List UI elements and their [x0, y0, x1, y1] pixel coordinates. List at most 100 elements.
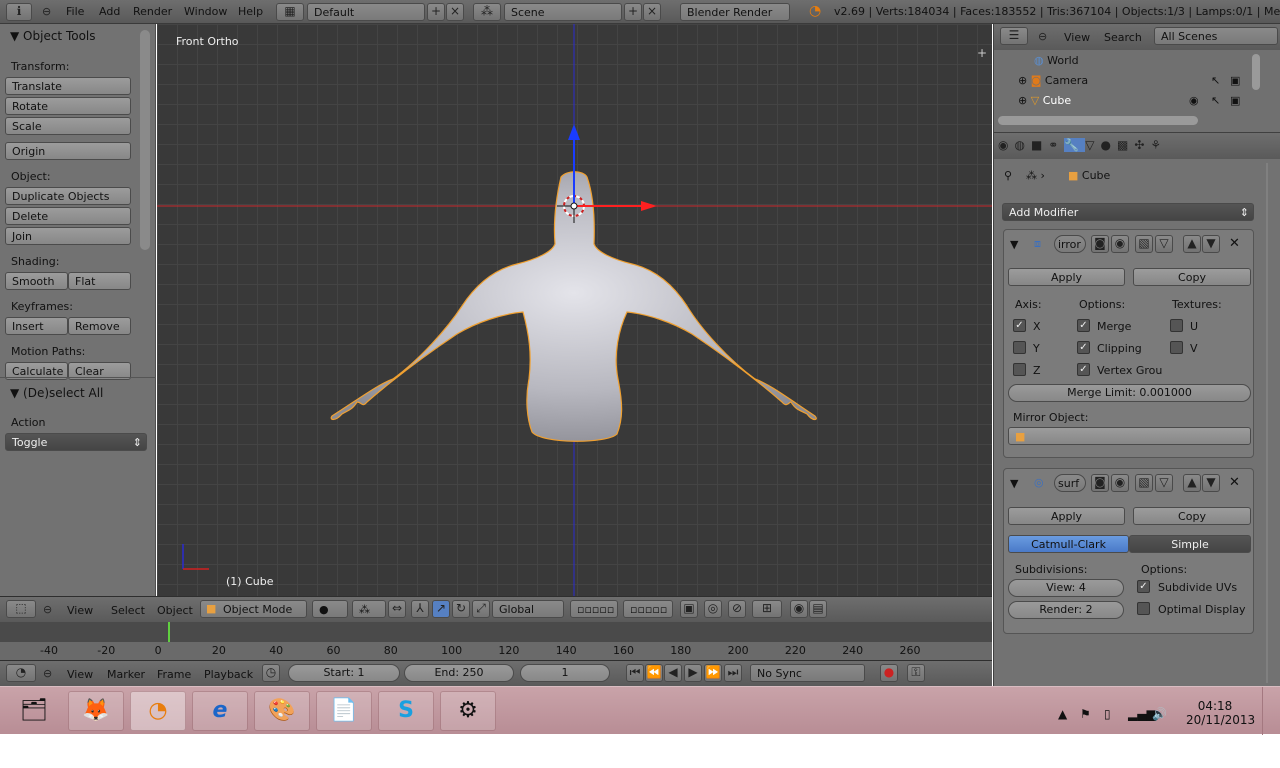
simple-button[interactable]: Simple [1129, 535, 1251, 553]
menu-add[interactable]: Add [99, 5, 120, 18]
volume-icon[interactable]: 🔊 [1152, 707, 1167, 721]
selectable-cursor-icon[interactable]: ↖ [1211, 74, 1220, 87]
current-frame-field[interactable]: 1 [520, 664, 610, 682]
subsurf-copy-button[interactable]: Copy [1133, 507, 1251, 525]
steam-icon[interactable]: ⚙ [440, 691, 496, 731]
layers-grid-a[interactable]: ▫▫▫▫▫ [570, 600, 618, 618]
outliner-vscrollbar[interactable] [1252, 54, 1260, 90]
remove-scene-icon[interactable]: × [643, 3, 661, 21]
editor-type-3d-icon[interactable]: ⬚ [6, 600, 36, 618]
rotate-button[interactable]: Rotate [5, 97, 131, 115]
subsurf-name-field[interactable]: surf [1054, 474, 1086, 492]
mode-select[interactable]: ■ Object Mode [200, 600, 307, 618]
visibility-eye-icon[interactable]: ◉ [1189, 94, 1199, 107]
tray-expand-icon[interactable]: ▲ [1058, 707, 1067, 721]
mirror-copy-button[interactable]: Copy [1133, 268, 1251, 286]
renderable-camera-icon[interactable]: ▣ [1230, 94, 1240, 107]
subdivide-uvs-checkbox[interactable]: ✓ [1137, 580, 1150, 593]
catmull-clark-button[interactable]: Catmull-Clark [1008, 535, 1129, 553]
object-tools-panel-header[interactable]: ▼ Object Tools [10, 29, 96, 43]
menu-view-outliner[interactable]: View [1064, 31, 1090, 44]
pivot-select[interactable]: ⁂ [352, 600, 386, 618]
join-button[interactable]: Join [5, 227, 131, 245]
move-down-icon[interactable]: ▼ [1202, 235, 1220, 253]
translate-widget-icon[interactable]: ↗ [432, 600, 450, 618]
start-frame-field[interactable]: Start: 1 [288, 664, 400, 682]
outliner-item-camera[interactable]: ⊕ ◙ Camera [1018, 74, 1088, 87]
play-icon[interactable]: ▶ [684, 664, 702, 682]
expand-icon[interactable]: ⊕ [1018, 94, 1027, 107]
collapse-arrow-icon[interactable]: ▼ [1010, 477, 1018, 490]
outliner-filter-select[interactable]: All Scenes [1154, 27, 1278, 45]
transform-widget-icon[interactable]: ⅄ [411, 600, 429, 618]
render-animation-icon[interactable]: ▤ [809, 600, 827, 618]
menu-frame[interactable]: Frame [157, 668, 191, 681]
remove-modifier-icon[interactable]: ✕ [1229, 236, 1240, 251]
menu-object[interactable]: Object [157, 604, 193, 617]
insert-keyframe-button[interactable]: Insert [5, 317, 68, 335]
merge-checkbox[interactable]: ✓ [1077, 319, 1090, 332]
file-explorer-icon[interactable]: 🗂 [6, 691, 62, 731]
render-engine-select[interactable]: Blender Render [680, 3, 790, 21]
renderable-camera-icon[interactable]: ▣ [1230, 74, 1240, 87]
screen-layout-icon[interactable]: ▦ [276, 3, 304, 21]
tool-shelf-scrollbar[interactable] [140, 30, 150, 250]
mirror-apply-button[interactable]: Apply [1008, 268, 1125, 286]
scene-field[interactable]: Scene [504, 3, 622, 21]
remove-modifier-icon[interactable]: ✕ [1229, 475, 1240, 490]
proportional-edit-icon[interactable]: ◎ [704, 600, 722, 618]
paint-icon[interactable]: 🎨 [254, 691, 310, 731]
viewport-shading-select[interactable]: ● [312, 600, 348, 618]
modifier-wrench-icon[interactable]: 🔧 [1064, 138, 1086, 152]
cage-toggle-icon[interactable]: ▽ [1155, 474, 1173, 492]
remove-keyframe-button[interactable]: Remove [68, 317, 131, 335]
scene-icon[interactable]: ⁂ [473, 3, 501, 21]
editmode-toggle-icon[interactable]: ▧ [1135, 235, 1153, 253]
move-up-icon[interactable]: ▲ [1183, 474, 1201, 492]
outliner-hscrollbar[interactable] [998, 116, 1198, 125]
merge-limit-field[interactable]: Merge Limit: 0.001000 [1008, 384, 1251, 402]
add-layout-icon[interactable]: + [427, 3, 445, 21]
editor-type-outliner-icon[interactable]: ☰ [1000, 27, 1028, 45]
3d-viewport[interactable]: Front Ortho + (1) Cube [157, 24, 992, 596]
menu-playback[interactable]: Playback [204, 668, 253, 681]
skype-icon[interactable]: S [378, 691, 434, 731]
smooth-button[interactable]: Smooth [5, 272, 68, 290]
pin-icon[interactable]: ⚲ [1004, 169, 1012, 182]
cage-toggle-icon[interactable]: ▽ [1155, 235, 1173, 253]
timeline[interactable]: -40 -20 0 20 40 60 80 100 120 140 160 180 200 220 240 2… [0, 622, 992, 660]
blender-taskbar-icon[interactable]: ◔ [130, 691, 186, 731]
clock[interactable]: 04:18 20/11/2013 [1186, 699, 1255, 727]
lock-layers-icon[interactable]: ▣ [680, 600, 698, 618]
viewport-toggle-icon[interactable]: ◉ [1111, 474, 1129, 492]
collapse-menu-icon[interactable]: ⊖ [43, 603, 52, 616]
show-desktop-button[interactable] [1262, 687, 1272, 735]
play-reverse-icon[interactable]: ◀ [664, 664, 682, 682]
render-levels-field[interactable]: Render: 2 [1008, 601, 1124, 619]
properties-scrollbar[interactable] [1266, 163, 1268, 683]
optimal-display-checkbox[interactable] [1137, 602, 1150, 615]
record-icon[interactable]: ● [880, 664, 898, 682]
translate-button[interactable]: Translate [5, 77, 131, 95]
delete-button[interactable]: Delete [5, 207, 131, 225]
menu-search[interactable]: Search [1104, 31, 1142, 44]
scale-widget-icon[interactable]: ⤢ [472, 600, 490, 618]
mirror-name-field[interactable]: irror [1054, 235, 1086, 253]
end-frame-field[interactable]: End: 250 [404, 664, 514, 682]
timeline-track[interactable] [0, 622, 992, 642]
outliner-item-world[interactable]: ◍ World [1034, 54, 1079, 67]
layout-field[interactable]: Default [307, 3, 425, 21]
clipping-checkbox[interactable]: ✓ [1077, 341, 1090, 354]
snap-icon[interactable]: ⊘ [728, 600, 746, 618]
duplicate-objects-button[interactable]: Duplicate Objects [5, 187, 131, 205]
selectable-cursor-icon[interactable]: ↖ [1211, 94, 1220, 107]
menu-view-timeline[interactable]: View [67, 668, 93, 681]
outliner-item-cube[interactable]: ⊕ ▽ Cube [1018, 94, 1071, 107]
menu-help[interactable]: Help [238, 5, 263, 18]
rotate-widget-icon[interactable]: ↻ [452, 600, 470, 618]
preview-range-icon[interactable]: ◷ [262, 664, 280, 682]
scale-button[interactable]: Scale [5, 117, 131, 135]
menu-view[interactable]: View [67, 604, 93, 617]
jump-key-forward-icon[interactable]: ⏩ [704, 664, 722, 682]
render-image-icon[interactable]: ◉ [790, 600, 808, 618]
